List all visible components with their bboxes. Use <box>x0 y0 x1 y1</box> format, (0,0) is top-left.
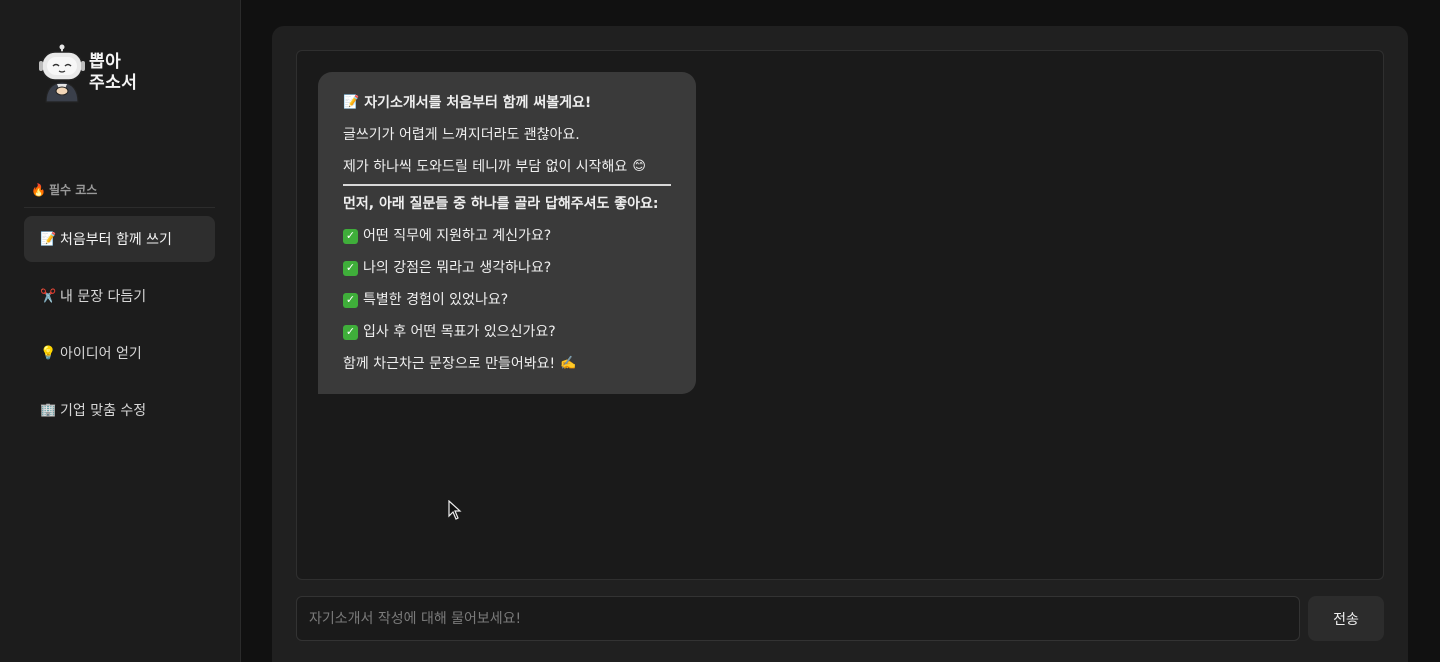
send-button[interactable]: 전송 <box>1308 596 1384 641</box>
message-closing-text: 함께 차근차근 문장으로 만들어봐요! <box>343 356 556 372</box>
brand-line-1: 뽑아 <box>89 52 122 72</box>
question-text: 입사 후 어떤 목표가 있으신가요? <box>363 324 556 340</box>
course-nav: 📝 처음부터 함께 쓰기 ✂️ 내 문장 다듬기 💡 아이디어 얻기 🏢 기업 … <box>24 216 215 444</box>
message-divider <box>343 184 671 186</box>
section-label-text: 필수 코스 <box>48 183 98 197</box>
check-mark-icon: ✓ <box>343 324 358 340</box>
sidebar-item-label: 기업 맞춤 수정 <box>60 403 147 419</box>
chat-input-row: 전송 <box>296 596 1384 641</box>
main-panel: 📝 자기소개서를 처음부터 함께 써볼게요! 글쓰기가 어렵게 느껴지더라도 괜… <box>272 26 1408 662</box>
message-title: 📝 자기소개서를 처음부터 함께 써볼게요! <box>343 87 671 119</box>
memo-icon: 📝 <box>40 231 57 247</box>
writing-hand-icon: ✍️ <box>560 356 577 371</box>
sidebar-item-label: 처음부터 함께 쓰기 <box>60 232 172 248</box>
message-title-text: 자기소개서를 처음부터 함께 써볼게요! <box>364 95 592 111</box>
chat-input[interactable] <box>296 596 1300 641</box>
message-line: 제가 하나씩 도와드릴 테니까 부담 없이 시작해요 😊 <box>343 151 671 183</box>
question-text: 특별한 경험이 있었나요? <box>363 292 509 308</box>
scissors-icon: ✂️ <box>40 288 57 304</box>
check-mark-icon: ✓ <box>343 292 358 308</box>
message-prompt: 먼저, 아래 질문들 중 하나를 골라 답해주셔도 좋아요: <box>343 196 659 212</box>
mouse-cursor-icon <box>448 500 462 520</box>
brand-line-2: 주소서 <box>89 73 138 93</box>
sidebar-item-get-ideas[interactable]: 💡 아이디어 얻기 <box>24 330 215 376</box>
question-item: ✓ 나의 강점은 뭐라고 생각하나요? <box>343 252 671 284</box>
smiling-face-icon: 😊 <box>632 159 646 174</box>
robot-mascot-icon <box>39 44 85 103</box>
check-mark-icon: ✓ <box>343 228 358 244</box>
sidebar-item-label: 내 문장 다듬기 <box>60 289 147 305</box>
memo-icon: 📝 <box>343 95 360 110</box>
sidebar-item-polish-sentences[interactable]: ✂️ 내 문장 다듬기 <box>24 273 215 319</box>
question-item: ✓ 입사 후 어떤 목표가 있으신가요? <box>343 316 671 348</box>
message-line: 글쓰기가 어렵게 느껴지더라도 괜찮아요. <box>343 127 580 143</box>
question-text: 나의 강점은 뭐라고 생각하나요? <box>363 260 552 276</box>
office-building-icon: 🏢 <box>40 402 57 418</box>
sidebar-item-company-tailored[interactable]: 🏢 기업 맞춤 수정 <box>24 387 215 433</box>
question-item: ✓ 어떤 직무에 지원하고 계신가요? <box>343 220 671 252</box>
question-item: ✓ 특별한 경험이 있었나요? <box>343 284 671 316</box>
sidebar-item-write-from-scratch[interactable]: 📝 처음부터 함께 쓰기 <box>24 216 215 262</box>
message-closing: 함께 차근차근 문장으로 만들어봐요! ✍️ <box>343 348 671 380</box>
assistant-message-bubble: 📝 자기소개서를 처음부터 함께 써볼게요! 글쓰기가 어렵게 느껴지더라도 괜… <box>318 72 696 394</box>
section-divider <box>24 207 215 208</box>
brand-name: 뽑아 주소서 <box>89 52 137 94</box>
fire-icon: 🔥 <box>31 182 46 197</box>
check-mark-icon: ✓ <box>343 260 358 276</box>
sidebar-item-label: 아이디어 얻기 <box>60 346 142 362</box>
sidebar: 뽑아 주소서 🔥 필수 코스 📝 처음부터 함께 쓰기 ✂️ 내 문장 다듬기 … <box>0 0 241 662</box>
brand-logo[interactable]: 뽑아 주소서 <box>38 44 137 104</box>
question-text: 어떤 직무에 지원하고 계신가요? <box>363 228 552 244</box>
message-line-text: 제가 하나씩 도와드릴 테니까 부담 없이 시작해요 <box>343 159 628 175</box>
lightbulb-icon: 💡 <box>40 345 57 361</box>
section-label: 🔥 필수 코스 <box>31 181 97 198</box>
